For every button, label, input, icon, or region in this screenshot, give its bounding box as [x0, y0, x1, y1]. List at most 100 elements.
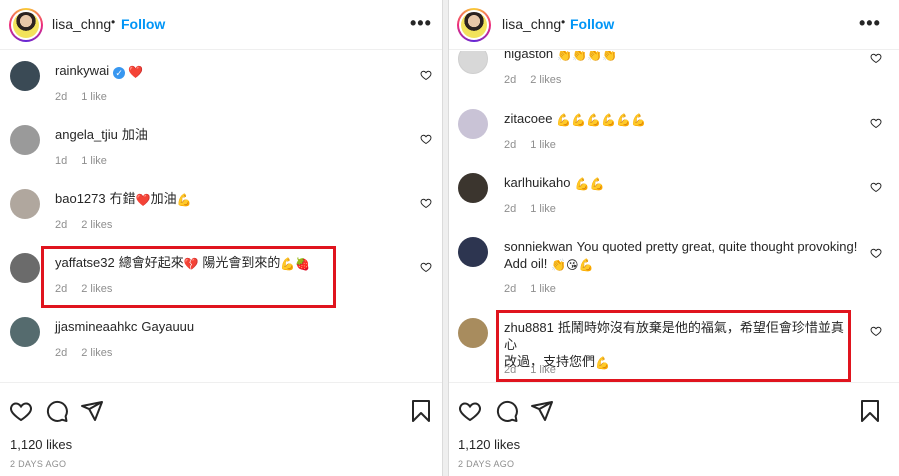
- comment-likes[interactable]: 1 like: [530, 139, 556, 151]
- verified-icon: ✓: [113, 67, 126, 79]
- comment-username[interactable]: karlhuikaho: [504, 175, 571, 190]
- heart-icon[interactable]: [9, 399, 33, 423]
- comment-likes[interactable]: 1 like: [81, 155, 107, 167]
- like-comment-heart-icon[interactable]: [420, 69, 432, 81]
- comment-time: 2d: [55, 91, 68, 103]
- highlight-box: [496, 310, 851, 382]
- avatar[interactable]: [458, 237, 488, 267]
- post-header: lisa_chng • Follow •••: [449, 0, 899, 50]
- like-comment-heart-icon[interactable]: [870, 117, 882, 129]
- comment-likes[interactable]: 1 like: [530, 283, 556, 295]
- avatar[interactable]: [10, 125, 40, 155]
- comment-time: 2d: [504, 74, 517, 86]
- comment-text: rainkywai ✓ ❤️: [55, 62, 143, 79]
- comment-text: karlhuikaho 💪💪: [504, 174, 604, 191]
- comment-item: karlhuikaho 💪💪 2d 1 like: [449, 171, 899, 231]
- profile-avatar[interactable]: [457, 8, 491, 42]
- like-comment-heart-icon[interactable]: [870, 181, 882, 193]
- comment-time: 1d: [55, 155, 68, 167]
- comment-text: jjasmineaahkc Gayauuu: [55, 318, 194, 335]
- like-comment-heart-icon[interactable]: [420, 261, 432, 273]
- comment-meta: 2d 2 likes: [55, 219, 126, 231]
- highlight-box: [41, 246, 336, 308]
- comment-text: angela_tjiu 加油: [55, 126, 148, 143]
- comment-item: higaston 👏👏👏👏 2d 2 likes: [449, 51, 899, 102]
- comment-username[interactable]: bao1273: [55, 191, 106, 206]
- comment-item: angela_tjiu 加油 1d 1 like: [0, 123, 442, 183]
- more-options-icon[interactable]: •••: [410, 13, 432, 34]
- header-username[interactable]: lisa_chng: [502, 16, 561, 32]
- comment-icon[interactable]: [495, 399, 519, 423]
- comment-meta: 2d 2 likes: [55, 347, 126, 359]
- comment-likes[interactable]: 1 like: [530, 203, 556, 215]
- comment-meta: 2d 2 likes: [504, 74, 575, 86]
- avatar[interactable]: [10, 189, 40, 219]
- like-comment-heart-icon[interactable]: [870, 325, 882, 337]
- comment-body-2: Add oil!: [504, 256, 548, 271]
- comment-time: 2d: [504, 203, 517, 215]
- comment-meta: 2d 1 like: [55, 91, 121, 103]
- comment-item: rainkywai ✓ ❤️ 2d 1 like: [0, 59, 442, 119]
- header-separator: •: [111, 15, 116, 29]
- comment-body: 冇錯: [109, 191, 136, 206]
- comment-time: 2d: [55, 219, 68, 231]
- bookmark-icon[interactable]: [409, 399, 433, 423]
- comment-likes[interactable]: 2 likes: [81, 347, 112, 359]
- comment-time: 2d: [55, 347, 68, 359]
- clap-kiss-muscle-emoji: 👏😘💪: [551, 258, 594, 272]
- post-actions: 1,120 likes 2 DAYS AGO: [449, 382, 899, 476]
- avatar[interactable]: [458, 51, 488, 74]
- comment-icon[interactable]: [45, 399, 69, 423]
- header-separator: •: [561, 15, 566, 29]
- right-post-panel: lisa_chng • Follow ••• higaston 👏👏👏👏 2d 2 …: [449, 0, 899, 476]
- likes-count[interactable]: 1,120 likes: [458, 437, 520, 452]
- avatar[interactable]: [10, 317, 40, 347]
- comment-body-2: 加油: [150, 191, 177, 206]
- comment-likes[interactable]: 2 likes: [81, 219, 112, 231]
- like-comment-heart-icon[interactable]: [870, 52, 882, 64]
- comment-text: higaston 👏👏👏👏: [504, 51, 617, 62]
- comment-text: bao1273 冇錯❤️加油💪: [55, 190, 192, 207]
- post-actions: 1,120 likes 2 DAYS AGO: [0, 382, 442, 476]
- panel-divider: [442, 0, 449, 476]
- bookmark-icon[interactable]: [858, 399, 882, 423]
- avatar[interactable]: [458, 173, 488, 203]
- post-header: lisa_chng • Follow •••: [0, 0, 442, 50]
- comment-body: 加油: [121, 127, 148, 142]
- left-post-panel: lisa_chng • Follow ••• rainkywai ✓ ❤️ 2d 1 …: [0, 0, 442, 476]
- comment-username[interactable]: higaston: [504, 51, 553, 61]
- comment-username[interactable]: sonniekwan: [504, 239, 573, 254]
- avatar[interactable]: [458, 318, 488, 348]
- comment-meta: 1d 1 like: [55, 155, 121, 167]
- comment-body: Gayauuu: [141, 319, 195, 334]
- comment-username[interactable]: jjasmineaahkc: [55, 319, 137, 334]
- avatar[interactable]: [10, 253, 40, 283]
- share-icon[interactable]: [80, 399, 104, 423]
- comment-item: zitacoee 💪💪💪💪💪💪 2d 1 like: [449, 107, 899, 167]
- share-icon[interactable]: [530, 399, 554, 423]
- comment-meta: 2d 1 like: [504, 283, 570, 295]
- follow-button[interactable]: Follow: [121, 16, 165, 32]
- avatar[interactable]: [458, 109, 488, 139]
- muscle-emoji: 💪: [176, 193, 192, 207]
- heart-emoji: ❤️: [135, 193, 151, 207]
- comment-meta: 2d 1 like: [504, 203, 570, 215]
- comment-username[interactable]: rainkywai: [55, 63, 109, 78]
- like-comment-heart-icon[interactable]: [420, 133, 432, 145]
- comment-likes[interactable]: 2 likes: [530, 74, 561, 86]
- comment-item: sonniekwan You quoted pretty great, quite…: [449, 235, 899, 305]
- comment-username[interactable]: zitacoee: [504, 111, 552, 126]
- like-comment-heart-icon[interactable]: [870, 247, 882, 259]
- comment-username[interactable]: angela_tjiu: [55, 127, 118, 142]
- profile-avatar[interactable]: [9, 8, 43, 42]
- comment-likes[interactable]: 1 like: [81, 91, 107, 103]
- heart-icon[interactable]: [458, 399, 482, 423]
- avatar[interactable]: [10, 61, 40, 91]
- likes-count[interactable]: 1,120 likes: [10, 437, 72, 452]
- header-username[interactable]: lisa_chng: [52, 16, 111, 32]
- like-comment-heart-icon[interactable]: [420, 197, 432, 209]
- follow-button[interactable]: Follow: [570, 16, 614, 32]
- comment-item: jjasmineaahkc Gayauuu 2d 2 likes: [0, 315, 442, 375]
- more-options-icon[interactable]: •••: [859, 13, 881, 34]
- muscle-emoji: 💪💪: [574, 177, 605, 191]
